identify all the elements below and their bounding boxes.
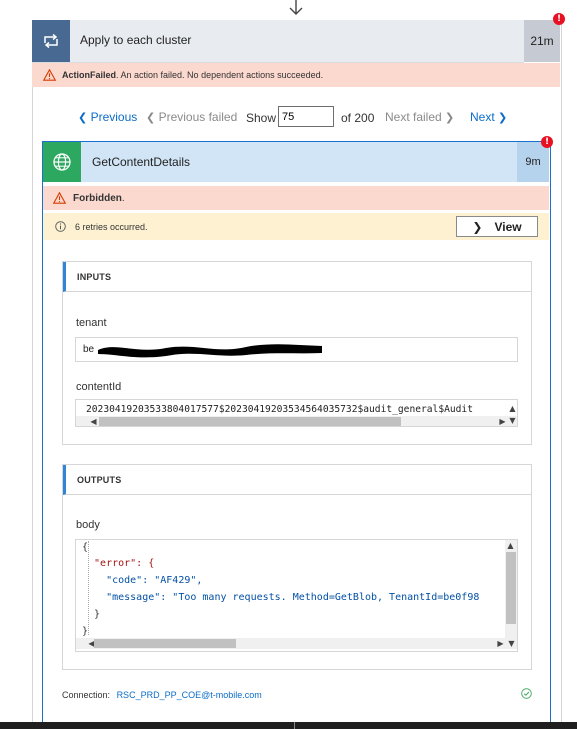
content-id-value: 20230419203533804017577$2023041920353456… xyxy=(86,404,473,415)
warning-icon xyxy=(43,69,56,81)
error-badge-icon: ! xyxy=(553,13,565,25)
content-id-label: contentId xyxy=(76,381,122,393)
action-failed-banner: ActionFailed. An action failed. No depen… xyxy=(32,63,560,87)
info-icon xyxy=(55,221,66,232)
code-line: "error": { xyxy=(82,558,155,569)
iteration-pager: ❮ Previous ❮ Previous failed Show of 200… xyxy=(32,103,560,131)
scroll-right-icon[interactable]: ▶ xyxy=(498,416,507,426)
warning-icon xyxy=(53,192,66,204)
previous-button[interactable]: ❮ Previous xyxy=(78,110,137,124)
next-failed-button[interactable]: Next failed ❯ xyxy=(385,110,454,124)
action-title: GetContentDetails xyxy=(92,155,191,169)
vertical-scrollbar[interactable]: ▲ xyxy=(505,540,517,638)
scroll-right-icon[interactable]: ▶ xyxy=(496,638,505,649)
tenant-label: tenant xyxy=(76,317,107,329)
outputs-header: OUTPUTS xyxy=(63,465,531,495)
connection-link[interactable]: RSC_PRD_PP_COE@t-mobile.com xyxy=(117,690,262,700)
show-label: Show xyxy=(246,111,277,125)
apply-to-each-title: Apply to each cluster xyxy=(80,33,192,47)
globe-icon xyxy=(43,142,81,182)
scroll-up-icon[interactable]: ▲ xyxy=(508,403,517,414)
action-duration: 9m xyxy=(517,142,549,182)
chevron-right-icon: ❯ xyxy=(445,111,455,124)
view-label: View xyxy=(494,219,522,234)
horizontal-scrollbar[interactable]: ◀ ▶ xyxy=(76,416,517,426)
scrollbar-thumb[interactable] xyxy=(506,552,516,624)
content-id-field[interactable]: 20230419203533804017577$2023041920353456… xyxy=(75,399,518,427)
scroll-down-icon[interactable]: ▼ xyxy=(508,415,517,426)
code-line: "message": "Too many requests. Method=Ge… xyxy=(82,592,480,603)
body-label: body xyxy=(76,519,100,531)
iteration-number-input[interactable] xyxy=(278,106,334,127)
chevron-right-icon: ❯ xyxy=(498,111,508,124)
chevron-right-icon: ❯ xyxy=(472,219,483,234)
check-circle-icon xyxy=(521,688,532,699)
view-retries-button[interactable]: ❯ View xyxy=(456,216,538,237)
previous-failed-label: Previous failed xyxy=(158,110,238,124)
scrollbar-thumb[interactable] xyxy=(99,417,401,426)
apply-to-each-duration: 21m xyxy=(524,20,560,62)
connection-label: Connection: xyxy=(62,690,111,700)
error-badge-icon: ! xyxy=(541,136,553,148)
forbidden-banner: Forbidden. xyxy=(43,186,549,210)
code-line: "code": "AF429", xyxy=(82,575,203,586)
bottom-bar xyxy=(0,722,577,729)
scroll-left-icon[interactable]: ◀ xyxy=(89,416,98,426)
status-text: Forbidden xyxy=(73,192,122,204)
previous-label: Previous xyxy=(90,110,138,124)
loop-icon xyxy=(32,20,70,62)
inputs-header: INPUTS xyxy=(63,262,531,292)
redaction-mark xyxy=(98,344,322,358)
tenant-value: be xyxy=(83,344,95,355)
chevron-left-icon: ❮ xyxy=(78,111,88,124)
previous-failed-button[interactable]: ❮ Previous failed xyxy=(146,110,237,124)
down-arrow-icon xyxy=(289,0,303,15)
next-label: Next xyxy=(470,110,495,124)
body-field[interactable]: { "error": { "code": "AF429", "message":… xyxy=(75,539,518,652)
scroll-up-icon[interactable]: ▲ xyxy=(506,540,515,551)
banner-error-code: ActionFailed xyxy=(62,70,117,80)
connection-info: Connection: RSC_PRD_PP_COE@t-mobile.com xyxy=(62,690,262,700)
retries-text: 6 retries occurred. xyxy=(75,221,148,232)
bracket-guide xyxy=(88,541,90,635)
chevron-left-icon: ❮ xyxy=(146,111,156,124)
iteration-total: of 200 xyxy=(341,111,375,125)
status-period: . xyxy=(121,192,125,204)
banner-message: . An action failed. No dependent actions… xyxy=(116,70,324,80)
tenant-field[interactable]: be xyxy=(75,337,518,362)
scroll-down-icon[interactable]: ▼ xyxy=(507,638,516,649)
code-line: } xyxy=(82,609,101,620)
horizontal-scrollbar[interactable]: ◀ ▶ ▼ xyxy=(76,638,517,649)
next-failed-label: Next failed xyxy=(385,110,442,124)
next-button[interactable]: Next ❯ xyxy=(470,110,507,124)
scrollbar-thumb[interactable] xyxy=(94,639,236,648)
